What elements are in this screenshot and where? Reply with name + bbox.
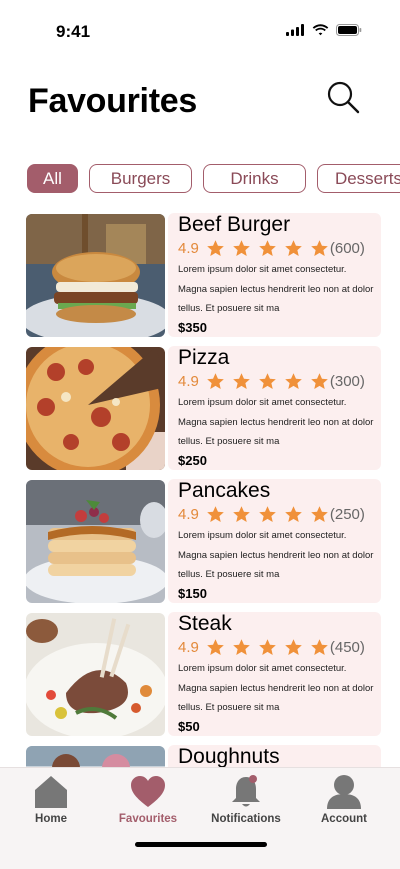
- tab-label: Favourites: [118, 813, 178, 825]
- cellular-signal-icon: [286, 24, 304, 36]
- review-count: (300): [329, 372, 365, 390]
- rating-row: 4.9 (450): [178, 638, 382, 656]
- food-price: $350: [178, 320, 207, 335]
- food-name: Beef Burger: [178, 213, 291, 236]
- rating-row: 4.9 (300): [178, 372, 382, 390]
- food-card-info: Steak 4.9 (450) Lorem ipsum dolor sit am…: [168, 612, 381, 736]
- star-icon: [233, 505, 250, 522]
- food-card-steak[interactable]: Steak 4.9 (450) Lorem ipsum dolor sit am…: [26, 612, 382, 736]
- star-icon: [259, 638, 276, 655]
- status-icons: [286, 24, 362, 36]
- search-button[interactable]: [326, 80, 360, 114]
- food-card-doughnuts[interactable]: Doughnuts: [26, 745, 382, 769]
- tab-home[interactable]: Home: [6, 774, 96, 825]
- food-card-info: Beef Burger 4.9 (600) Lorem ipsum dolor …: [168, 213, 381, 337]
- home-indicator: [135, 842, 267, 847]
- tab-label: Home: [35, 813, 67, 825]
- food-name: Steak: [178, 612, 232, 635]
- star-rating: [205, 239, 330, 258]
- star-icon: [285, 638, 302, 655]
- star-icon: [259, 239, 276, 256]
- favourites-list: Beef Burger 4.9 (600) Lorem ipsum dolor …: [26, 213, 382, 769]
- food-card-info: Pizza 4.9 (300) Lorem ipsum dolor sit am…: [168, 346, 381, 470]
- tab-notifications[interactable]: Notifications: [201, 774, 291, 825]
- star-icon: [233, 638, 250, 655]
- food-price: $50: [178, 719, 200, 734]
- filter-chip-drinks[interactable]: Drinks: [203, 164, 306, 193]
- food-name: Pancakes: [178, 479, 271, 502]
- page-title: Favourites: [28, 82, 197, 120]
- battery-icon: [336, 24, 362, 36]
- wifi-icon: [312, 24, 329, 36]
- beef-burger-photo: [26, 214, 165, 337]
- review-count: (600): [329, 239, 365, 257]
- star-rating: [205, 638, 330, 657]
- star-icon: [259, 372, 276, 389]
- home-icon: [35, 776, 67, 808]
- account-icon: [327, 775, 361, 809]
- filter-chip-desserts[interactable]: Desserts: [317, 164, 400, 193]
- star-icon: [233, 372, 250, 389]
- filter-chips: All Burgers Drinks Desserts: [27, 164, 400, 194]
- star-icon: [311, 239, 328, 256]
- star-icon: [207, 239, 224, 256]
- tab-favourites[interactable]: Favourites: [103, 774, 193, 825]
- search-icon: [327, 81, 360, 114]
- bell-icon: [232, 775, 260, 807]
- status-bar: 9:41: [0, 0, 400, 60]
- bottom-tab-bar: Home Favourites Notifications Account: [0, 767, 400, 869]
- food-name: Pizza: [178, 346, 230, 369]
- pizza-photo: [26, 347, 165, 470]
- food-card-info: Pancakes 4.9 (250) Lorem ipsum dolor sit…: [168, 479, 381, 603]
- star-icon: [259, 505, 276, 522]
- rating-value: 4.9: [178, 505, 199, 523]
- tab-label: Notifications: [211, 813, 281, 825]
- filter-chip-all[interactable]: All: [27, 164, 78, 193]
- doughnuts-photo: [26, 746, 165, 769]
- rating-value: 4.9: [178, 239, 199, 257]
- tab-account[interactable]: Account: [299, 774, 389, 825]
- star-rating: [205, 372, 330, 391]
- rating-row: 4.9 (600): [178, 239, 382, 257]
- star-icon: [207, 638, 224, 655]
- tab-label: Account: [321, 813, 367, 825]
- steak-photo: [26, 613, 165, 736]
- food-name: Doughnuts: [178, 745, 280, 768]
- star-icon: [207, 505, 224, 522]
- food-description: Lorem ipsum dolor sit amet consectetur. …: [178, 397, 374, 447]
- food-description: Lorem ipsum dolor sit amet consectetur. …: [178, 264, 374, 314]
- review-count: (250): [329, 505, 365, 523]
- food-card-info: Doughnuts: [168, 745, 381, 769]
- star-icon: [233, 239, 250, 256]
- star-icon: [311, 505, 328, 522]
- food-price: $250: [178, 453, 207, 468]
- status-time: 9:41: [56, 22, 91, 41]
- star-icon: [311, 638, 328, 655]
- rating-value: 4.9: [178, 372, 199, 390]
- heart-icon: [131, 776, 165, 807]
- star-icon: [207, 372, 224, 389]
- food-description: Lorem ipsum dolor sit amet consectetur. …: [178, 663, 374, 713]
- food-description: Lorem ipsum dolor sit amet consectetur. …: [178, 530, 374, 580]
- star-icon: [285, 372, 302, 389]
- rating-row: 4.9 (250): [178, 505, 382, 523]
- star-icon: [285, 505, 302, 522]
- food-card-pizza[interactable]: Pizza 4.9 (300) Lorem ipsum dolor sit am…: [26, 346, 382, 470]
- food-price: $150: [178, 586, 207, 601]
- filter-chip-burgers[interactable]: Burgers: [89, 164, 192, 193]
- rating-value: 4.9: [178, 638, 199, 656]
- food-card-beef-burger[interactable]: Beef Burger 4.9 (600) Lorem ipsum dolor …: [26, 213, 382, 337]
- review-count: (450): [329, 638, 365, 656]
- pancakes-photo: [26, 480, 165, 603]
- star-icon: [285, 239, 302, 256]
- food-card-pancakes[interactable]: Pancakes 4.9 (250) Lorem ipsum dolor sit…: [26, 479, 382, 603]
- star-rating: [205, 505, 330, 524]
- star-icon: [311, 372, 328, 389]
